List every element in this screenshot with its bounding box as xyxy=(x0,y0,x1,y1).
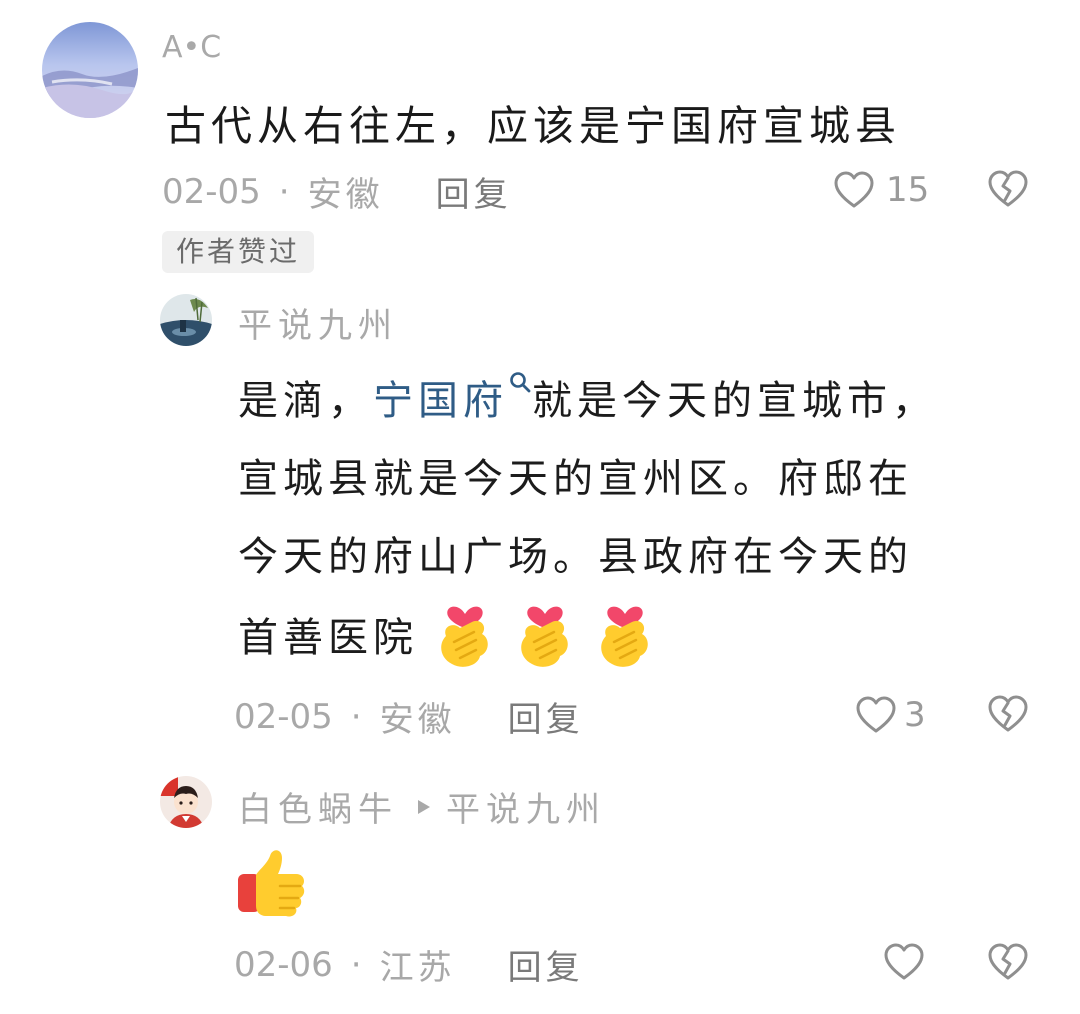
avatar[interactable] xyxy=(160,776,212,828)
thumbs-up-emoji xyxy=(238,850,305,917)
heart-icon xyxy=(834,171,874,208)
comment-ac: A•C 古代从右往左，应该是宁国府宣城县 02-05 · 安徽 回复 15 作者… xyxy=(0,0,1080,280)
search-link[interactable]: 宁国府 xyxy=(373,378,508,424)
reply-button[interactable]: 回复 xyxy=(508,940,584,989)
dislike-button[interactable] xyxy=(988,943,1028,981)
like-button[interactable] xyxy=(884,943,924,981)
separator-dot: · xyxy=(278,171,290,212)
reply-text-line-4: 首善医院 xyxy=(238,596,658,672)
reply-arrow-icon xyxy=(418,799,430,814)
username[interactable]: 平说九州 xyxy=(238,298,398,347)
like-count: 15 xyxy=(886,170,930,210)
dislike-button[interactable] xyxy=(988,695,1028,733)
reply-meta: 02-06 · 江苏 回复 xyxy=(234,940,584,989)
reply-text-line-1: 是滴，宁国府 就是今天的宣城市， xyxy=(238,368,937,426)
author-liked-badge: 作者赞过 xyxy=(162,231,315,273)
reply-text-line-2: 宣城县就是今天的宣州区。府邸在 xyxy=(238,456,913,502)
date: 02-05 xyxy=(234,696,333,737)
reply-button[interactable]: 回复 xyxy=(436,167,512,216)
date: 02-05 xyxy=(162,171,261,212)
location: 安徽 xyxy=(307,175,384,215)
text-segment: 就是今天的宣城市， xyxy=(532,378,937,424)
date: 02-06 xyxy=(234,944,333,985)
like-button[interactable]: 15 xyxy=(834,170,929,210)
avatar[interactable] xyxy=(160,294,212,346)
comment-text: 古代从右往左，应该是宁国府宣城县 xyxy=(165,102,901,150)
dislike-button[interactable] xyxy=(988,170,1028,208)
reply-emoji-content xyxy=(236,844,310,924)
finger-heart-emoji xyxy=(521,606,568,667)
search-icon[interactable] xyxy=(508,370,532,394)
finger-heart-emoji xyxy=(601,606,648,667)
reply-meta: 02-05 · 安徽 回复 xyxy=(234,692,584,741)
like-count: 3 xyxy=(904,695,926,735)
separator-dot: · xyxy=(350,944,362,985)
reply-baise-woniu: 白色蜗牛 平说九州 02-06 · 江苏 回复 xyxy=(0,760,1080,1014)
comment-meta: 02-05 · 安徽 回复 xyxy=(162,167,512,216)
avatar[interactable] xyxy=(42,22,138,118)
finger-heart-emoji xyxy=(441,606,488,667)
username[interactable]: A•C xyxy=(162,30,221,65)
broken-heart-icon xyxy=(988,943,1028,980)
reply-to-username[interactable]: 平说九州 xyxy=(446,782,606,831)
like-button[interactable]: 3 xyxy=(856,695,926,735)
reply-button[interactable]: 回复 xyxy=(508,692,584,741)
location: 江苏 xyxy=(379,948,456,988)
reply-pingshuo: 平说九州 是滴，宁国府 就是今天的宣城市， 宣城县就是今天的宣州区。府邸在 今天的… xyxy=(0,280,1080,760)
location: 安徽 xyxy=(379,700,456,740)
broken-heart-icon xyxy=(988,695,1028,732)
text-segment: 是滴， xyxy=(238,378,373,424)
username[interactable]: 白色蜗牛 xyxy=(238,782,398,831)
reply-header: 白色蜗牛 平说九州 xyxy=(238,782,606,831)
heart-icon xyxy=(884,943,924,980)
reply-text-line-3: 今天的府山广场。县政府在今天的 xyxy=(238,534,913,580)
broken-heart-icon xyxy=(988,170,1028,207)
separator-dot: · xyxy=(350,696,362,737)
heart-icon xyxy=(856,696,896,733)
text-segment: 首善医院 xyxy=(238,615,418,661)
